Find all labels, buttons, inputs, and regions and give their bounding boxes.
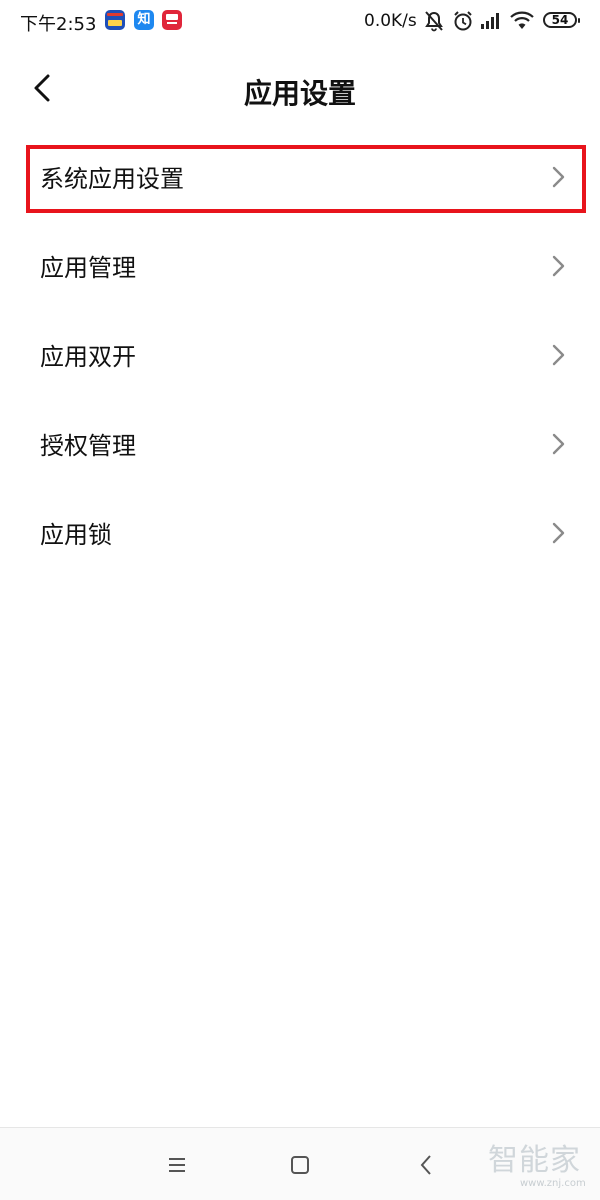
- settings-menu: 系统应用设置 应用管理 应用双开 授权管理 应用锁: [0, 133, 600, 578]
- signal-icon: [481, 13, 499, 29]
- notification-app-icon: [105, 10, 125, 30]
- wifi-icon: [510, 11, 534, 29]
- menu-item-label: 应用双开: [40, 343, 136, 371]
- chevron-right-icon: [552, 255, 565, 277]
- home-button[interactable]: [285, 1150, 315, 1180]
- mute-icon: [425, 11, 443, 32]
- home-icon: [291, 1156, 309, 1174]
- page-title: 应用设置: [243, 77, 356, 110]
- watermark-url: www.znj.com: [520, 1178, 586, 1189]
- menu-item-app-management[interactable]: 应用管理: [0, 222, 600, 311]
- status-bar: 下午2:53 知 0.0K/s 54: [0, 0, 600, 44]
- menu-icon: [169, 1158, 185, 1172]
- watermark-logo: 智能家: [488, 1143, 581, 1178]
- recent-apps-button[interactable]: [162, 1150, 192, 1180]
- menu-item-permissions[interactable]: 授权管理: [0, 400, 600, 489]
- header: 应用设置: [0, 50, 600, 126]
- menu-item-system-app-settings[interactable]: 系统应用设置: [0, 133, 600, 222]
- menu-item-dual-apps[interactable]: 应用双开: [0, 311, 600, 400]
- nav-back-button[interactable]: [412, 1150, 442, 1180]
- alarm-icon: [454, 11, 472, 31]
- tmall-app-icon: [162, 10, 182, 30]
- zhihu-app-icon: 知: [134, 10, 154, 30]
- chevron-right-icon: [552, 433, 565, 455]
- chevron-right-icon: [552, 166, 565, 188]
- menu-item-app-lock[interactable]: 应用锁: [0, 489, 600, 578]
- status-time: 下午2:53: [20, 14, 97, 35]
- menu-item-label: 授权管理: [40, 432, 136, 460]
- back-icon: [420, 1155, 431, 1175]
- chevron-right-icon: [552, 344, 565, 366]
- network-speed: 0.0K/s: [364, 11, 417, 31]
- menu-item-label: 应用锁: [40, 521, 112, 549]
- battery-icon: 54: [543, 12, 580, 28]
- chevron-right-icon: [552, 522, 565, 544]
- menu-item-label: 系统应用设置: [40, 165, 184, 193]
- menu-item-label: 应用管理: [40, 254, 136, 282]
